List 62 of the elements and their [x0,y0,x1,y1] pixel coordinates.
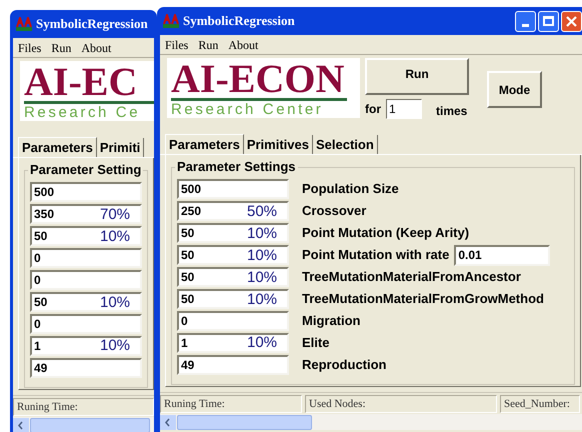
parameter-label: Migration [302,312,360,330]
menu-item[interactable]: Run [198,36,218,54]
value-field[interactable]: 50 10% [177,289,289,309]
value-field[interactable]: 250 50% [177,201,289,221]
value-field[interactable]: 50 10% [177,223,289,243]
status-field: Used Nodes: [305,395,497,413]
status-field: Seed_Number: [500,395,580,413]
percent-label: 10% [100,295,130,311]
value-field[interactable]: 500 [30,182,142,202]
value-field[interactable]: 0 [177,311,289,331]
value-field[interactable]: 0 [30,248,142,268]
mode-button[interactable]: Mode [487,71,542,108]
value-field[interactable]: 50 10% [177,245,289,265]
logo: AI-ECON Research Center [167,58,360,118]
tab[interactable]: Primitives [244,135,313,154]
menu-item[interactable]: About [81,38,112,56]
status-field: Runing Time: [13,398,154,416]
menu-item[interactable]: About [228,36,258,54]
value-field[interactable]: 50 10% [30,226,142,246]
status-field: Runing Time: [160,395,302,413]
run-button[interactable]: Run [365,58,469,95]
repeat-count-field[interactable]: 1 [386,99,422,119]
percent-label: 10% [100,338,130,354]
parameter-label: Population Size [302,180,399,198]
tab[interactable]: Primiti [96,138,144,157]
parameter-label: Point Mutation with rate [302,246,450,264]
value-field[interactable]: 500 [177,179,289,199]
parameter-label: Elite [302,334,330,352]
value-field[interactable]: 50 10% [177,267,289,287]
parameter-label: TreeMutationMaterialFromGrowMethod [302,290,544,308]
parameter-label: TreeMutationMaterialFromAncestor [302,268,521,286]
value-field[interactable]: 50 10% [30,292,142,312]
times-label: times [436,103,468,120]
value-field[interactable]: 350 70% [30,204,142,224]
value-field[interactable]: 1 10% [177,333,289,353]
percent-label: 10% [247,292,278,308]
rate-field[interactable]: 0.01 [454,244,550,266]
value-field[interactable]: 1 10% [30,336,142,356]
parameter-label: Point Mutation (Keep Arity) [302,224,470,242]
percent-label: 10% [247,226,278,242]
tab[interactable]: Parameters [165,134,244,154]
percent-label: 10% [247,335,278,351]
value-field[interactable]: 0 [30,314,142,334]
percent-label: 10% [247,270,278,286]
value-field[interactable]: 49 [30,358,142,378]
value-field[interactable]: 49 [177,355,289,375]
for-label: for [365,101,381,118]
parameter-label: Crossover [302,202,366,220]
parameter-label: Reproduction [302,356,386,374]
tab[interactable]: Parameters [18,137,97,157]
tab[interactable]: Selection [312,135,378,154]
value-field[interactable]: 0 [30,270,142,290]
percent-label: 10% [247,248,278,264]
window-title: SymbolicRegression [183,12,295,30]
window-title: SymbolicRegression [36,15,148,34]
percent-label: 10% [100,229,130,245]
menu-item[interactable]: Run [51,38,72,56]
logo: AI-EC Research Ce [20,61,154,121]
percent-label: 70% [100,207,130,223]
percent-label: 50% [247,204,278,220]
menu-item[interactable]: Files [165,36,188,54]
menu-item[interactable]: Files [18,38,42,56]
